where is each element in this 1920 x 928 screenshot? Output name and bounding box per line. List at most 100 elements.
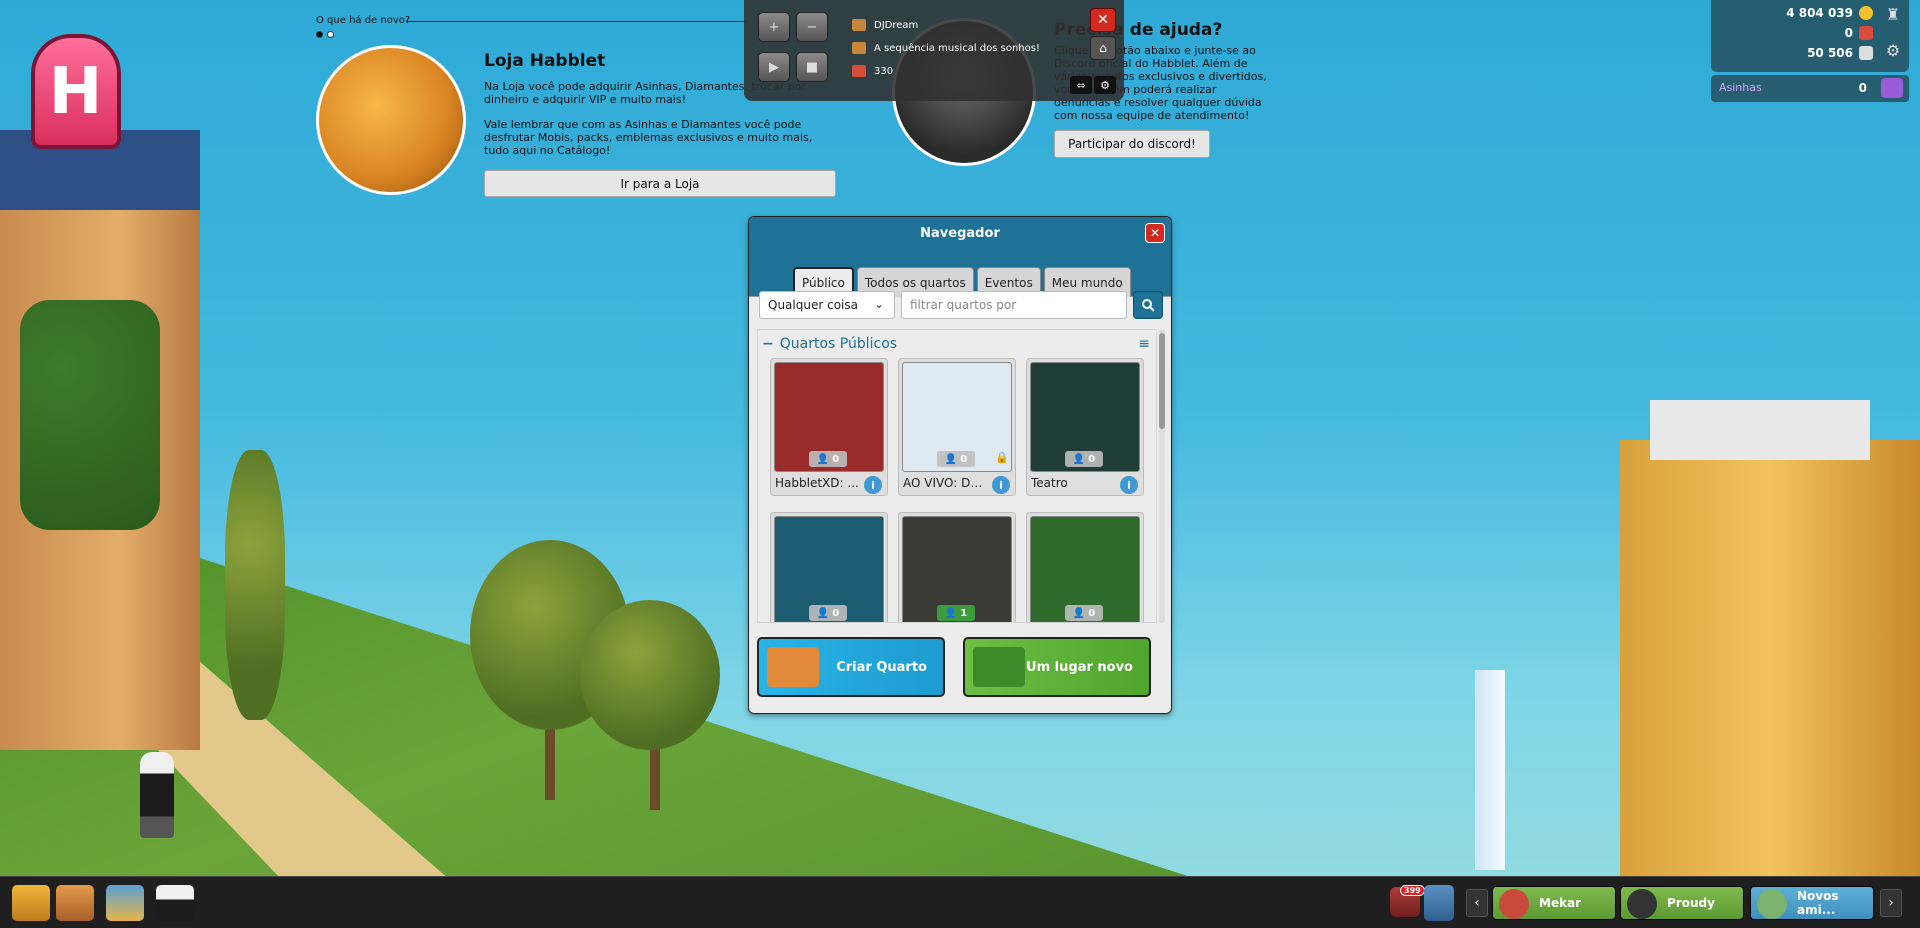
left-building <box>0 130 200 750</box>
filter-select-value: Qualquer coisa <box>768 298 858 312</box>
room-card[interactable]: 👤 0 <box>770 512 888 622</box>
create-room-button[interactable]: Criar Quarto <box>757 637 945 697</box>
track-line: A sequência musical dos sonhos! <box>852 42 1040 54</box>
user-icon: 👤 <box>944 453 958 465</box>
friends-prev-button[interactable]: ‹ <box>1466 889 1488 917</box>
avatar <box>1499 889 1529 919</box>
navigator-tabbar: Público Todos os quartos Eventos Meu mun… <box>749 249 1171 297</box>
news-header: O que há de novo? <box>316 15 411 26</box>
friend-name: Proudy <box>1667 896 1715 910</box>
asinhas-bar[interactable]: Asinhas 0 <box>1711 75 1909 102</box>
cypress-tree <box>225 450 285 720</box>
room-name: Teatro <box>1031 476 1068 490</box>
section-header[interactable]: − Quartos Públicos <box>762 336 897 352</box>
room-search-input[interactable] <box>901 291 1127 319</box>
diamonds-icon <box>1859 26 1873 40</box>
search-friends-icon[interactable] <box>1424 885 1454 921</box>
duckets-icon <box>1859 46 1873 60</box>
room-card[interactable]: 👤 0 Teatro i <box>1026 358 1144 496</box>
rooms-icon[interactable] <box>56 885 94 921</box>
info-icon[interactable]: i <box>992 476 1010 494</box>
credits-amount: 4 804 039 <box>1786 6 1853 20</box>
listeners-count: 330 <box>874 65 894 77</box>
news-dot-2[interactable] <box>327 31 334 38</box>
room-card[interactable]: 👤 1 <box>898 512 1016 622</box>
club-icon[interactable]: ♜ <box>1883 4 1903 24</box>
home-icon[interactable]: ⌂ <box>1090 36 1116 60</box>
avatar-icon[interactable] <box>156 885 194 921</box>
room-card[interactable]: 👤 0 🔒 AO VIVO: De... i <box>898 358 1016 496</box>
listeners-line: 330 <box>852 65 893 77</box>
search-button[interactable] <box>1133 291 1163 319</box>
scrollbar-thumb[interactable] <box>1159 333 1165 429</box>
volume-up-button[interactable]: + <box>758 12 790 42</box>
add-friend-icon <box>1757 889 1787 919</box>
collapse-icon[interactable]: − <box>762 336 774 352</box>
room-user-count: 👤 1 <box>937 605 975 621</box>
new-friends-button[interactable]: Novos ami... <box>1750 886 1874 920</box>
navigator-window: Navegador ✕ Público Todos os quartos Eve… <box>748 216 1172 714</box>
news-pagination <box>316 31 334 38</box>
list-view-icon[interactable]: ≡ <box>1138 336 1150 352</box>
search-icon <box>1142 299 1155 312</box>
news-dot-1[interactable] <box>316 31 323 38</box>
friends-next-button[interactable]: › <box>1880 889 1902 917</box>
currency-panel: 4 804 039 0 50 506 ♜ ⚙ <box>1711 0 1909 72</box>
user-count: 1 <box>960 607 968 619</box>
settings-icon[interactable]: ⚙ <box>1094 76 1116 94</box>
credits-icon <box>1859 6 1873 20</box>
avatar <box>1627 889 1657 919</box>
friend-name: Novos ami... <box>1797 889 1839 917</box>
room-user-count: 👤 0 <box>937 451 975 467</box>
room-user-count: 👤 0 <box>1065 605 1103 621</box>
navigator-header[interactable]: Navegador ✕ <box>749 217 1171 249</box>
listeners-icon <box>852 65 866 77</box>
user-icon: 👤 <box>944 607 958 619</box>
user-icon: 👤 <box>816 453 830 465</box>
volume-down-button[interactable]: − <box>796 12 828 42</box>
stop-button[interactable]: ■ <box>796 52 828 82</box>
microphone-icon <box>852 19 866 31</box>
create-room-label: Criar Quarto <box>836 659 927 675</box>
room-user-count: 👤 0 <box>809 451 847 467</box>
random-room-button[interactable]: Um lugar novo <box>963 637 1151 697</box>
room-card[interactable]: 👤 0 <box>1026 512 1144 622</box>
go-to-store-button[interactable]: Ir para a Loja <box>484 170 836 197</box>
track-name: A sequência musical dos sonhos! <box>874 42 1040 54</box>
friend-name: Mekar <box>1539 896 1582 910</box>
hotel-icon[interactable] <box>12 885 50 921</box>
user-avatar-in-scene <box>140 752 174 838</box>
dj-name: DJDream <box>874 19 919 31</box>
rooftop <box>1650 400 1870 460</box>
tree-2 <box>580 600 720 750</box>
user-icon: 👤 <box>1072 453 1086 465</box>
user-count: 0 <box>832 453 840 465</box>
info-icon[interactable]: i <box>864 476 882 494</box>
asinhas-label: Asinhas <box>1719 81 1762 94</box>
results-scrollbar[interactable] <box>1159 329 1165 623</box>
close-icon[interactable]: ✕ <box>1090 8 1116 32</box>
close-icon[interactable]: ✕ <box>1145 223 1165 243</box>
friend-proudy[interactable]: Proudy <box>1620 886 1744 920</box>
settings-icon[interactable]: ⚙ <box>1883 40 1903 60</box>
chevron-down-icon: ⌄ <box>873 297 884 311</box>
expand-icon[interactable]: ⇔ <box>1070 76 1092 94</box>
news-title: Loja Habblet <box>484 51 606 71</box>
catalog-icon[interactable] <box>106 885 144 921</box>
info-icon[interactable]: i <box>1120 476 1138 494</box>
filter-select[interactable]: Qualquer coisa ⌄ <box>759 291 895 319</box>
room-results: − Quartos Públicos ≡ 👤 0 HabbletXD: ... i… <box>757 329 1157 623</box>
room-card[interactable]: 👤 0 HabbletXD: ... i <box>770 358 888 496</box>
friend-mekar[interactable]: Mekar <box>1492 886 1616 920</box>
right-city-building <box>1620 400 1920 880</box>
room-name: AO VIVO: De... <box>903 476 989 490</box>
glass-tower <box>1475 670 1505 870</box>
join-discord-button[interactable]: Participar do discord! <box>1054 130 1210 158</box>
play-button[interactable]: ▶ <box>758 52 790 82</box>
random-room-label: Um lugar novo <box>1026 659 1133 675</box>
stone-path <box>72 660 450 880</box>
asinhas-value: 0 <box>1858 81 1867 95</box>
music-player: + − ▶ ■ DJDream A sequência musical dos … <box>744 0 1124 101</box>
dj-line: DJDream <box>852 19 918 31</box>
wings-icon <box>1881 78 1903 98</box>
